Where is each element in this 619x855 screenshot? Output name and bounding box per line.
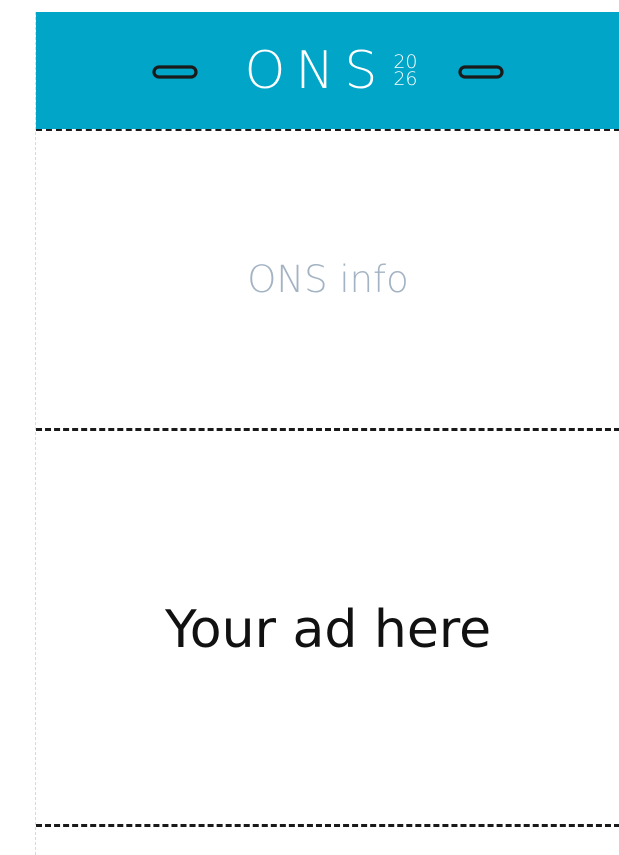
badge-slot-icon: [152, 64, 199, 79]
badge-slot-icon: [457, 64, 504, 79]
page: ONS 20 26 ONS info Your ad here: [0, 0, 619, 855]
badge-header: ONS 20 26: [36, 12, 619, 129]
ad-label: Your ad here: [164, 599, 492, 660]
info-label: ONS info: [247, 258, 409, 301]
badge-card: ONS 20 26 ONS info Your ad here: [35, 12, 619, 855]
header-logo-row: ONS 20 26: [152, 40, 504, 101]
ad-section: Your ad here: [36, 431, 619, 824]
ons-logo-year: 20 26: [393, 52, 418, 90]
ons-logo-text: ONS: [244, 40, 388, 101]
year-bottom: 26: [393, 67, 418, 90]
info-section: ONS info: [36, 131, 619, 428]
cut-line-divider: [36, 824, 619, 827]
